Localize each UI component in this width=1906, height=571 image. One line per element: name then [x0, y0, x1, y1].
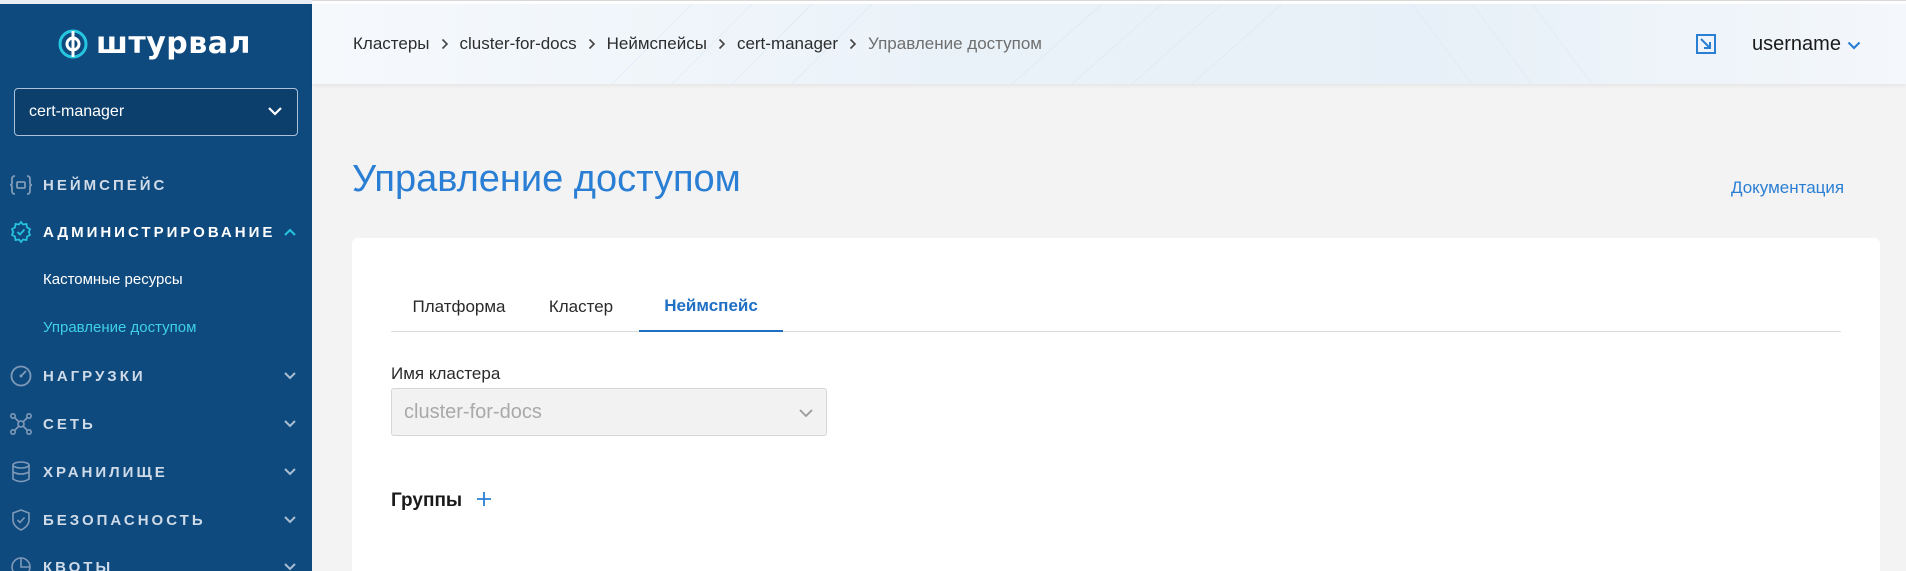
sidebar-item-label: БЕЗОПАСНОСТЬ [43, 511, 206, 529]
shield-icon [8, 507, 34, 533]
network-icon [8, 411, 34, 437]
pie-icon [8, 554, 34, 571]
sidebar-item-label: НАГРУЗКИ [43, 367, 146, 385]
page-title: Управление доступом [352, 158, 741, 200]
breadcrumb: Кластеры cluster-for-docs Неймспейсы cer… [353, 4, 1042, 84]
sidebar-item-namespace[interactable]: НЕЙМСПЕЙС [0, 165, 312, 205]
chevron-up-icon [283, 225, 297, 239]
sidebar-item-label: АДМИНИСТРИРОВАНИЕ [43, 223, 276, 241]
sidebar-item-administration[interactable]: АДМИНИСТРИРОВАНИЕ [0, 212, 312, 252]
breadcrumb-cluster[interactable]: cluster-for-docs [460, 34, 577, 54]
sidebar-item-workloads[interactable]: НАГРУЗКИ [0, 356, 312, 396]
chevron-down-icon [283, 417, 297, 431]
username: username [1752, 32, 1841, 55]
sidebar: штурвал cert-manager НЕЙМСПЕЙС АДМИНИСТР… [0, 0, 312, 571]
open-external-icon[interactable] [1694, 32, 1718, 56]
breadcrumb-namespaces[interactable]: Неймспейсы [607, 34, 707, 54]
sidebar-top-border [0, 0, 312, 4]
logo-icon [58, 29, 88, 59]
sidebar-subitem-custom-resources[interactable]: Кастомные ресурсы [43, 271, 183, 288]
sidebar-subitem-access-control[interactable]: Управление доступом [43, 319, 196, 336]
groups-title: Группы [391, 490, 463, 511]
cluster-name-value: cluster-for-docs [404, 400, 542, 423]
breadcrumb-clusters[interactable]: Кластеры [353, 34, 430, 54]
chevron-right-icon [588, 38, 596, 50]
chevron-right-icon [441, 38, 449, 50]
database-icon [8, 459, 34, 485]
chevron-right-icon [718, 38, 726, 50]
sidebar-item-label: КВОТЫ [43, 558, 114, 571]
add-group-icon[interactable] [476, 491, 492, 512]
breadcrumb-namespace[interactable]: cert-manager [737, 34, 838, 54]
chevron-down-icon [283, 513, 297, 527]
content-card: Платформа Кластер Неймспейс Имя кластера… [352, 238, 1880, 571]
documentation-link[interactable]: Документация [1731, 178, 1844, 198]
breadcrumb-current: Управление доступом [868, 34, 1042, 53]
cluster-name-label: Имя кластера [391, 364, 501, 383]
chevron-right-icon [849, 38, 857, 50]
chevron-down-icon [798, 401, 814, 424]
tab-cluster[interactable]: Кластер [527, 282, 635, 332]
gauge-icon [8, 363, 34, 389]
gear-check-icon [8, 219, 34, 245]
tab-namespace[interactable]: Неймспейс [639, 282, 783, 332]
chevron-down-icon [283, 369, 297, 383]
chevron-down-icon [283, 465, 297, 479]
braces-icon [8, 172, 34, 198]
tab-platform[interactable]: Платформа [391, 282, 527, 332]
sidebar-item-security[interactable]: БЕЗОПАСНОСТЬ [0, 500, 312, 540]
groups-section: Группы [391, 490, 492, 512]
sidebar-item-storage[interactable]: ХРАНИЛИЩЕ [0, 452, 312, 492]
namespace-select[interactable]: cert-manager [14, 88, 298, 136]
chevron-down-icon [1847, 33, 1861, 56]
tabs: Платформа Кластер Неймспейс [391, 282, 1841, 332]
chevron-down-icon [267, 103, 283, 121]
sidebar-item-label: ХРАНИЛИЩЕ [43, 463, 168, 481]
header: Кластеры cluster-for-docs Неймспейсы cer… [312, 4, 1906, 84]
sidebar-item-network[interactable]: СЕТЬ [0, 404, 312, 444]
namespace-select-value: cert-manager [29, 103, 125, 120]
logo-text: штурвал [96, 26, 251, 61]
sidebar-item-quotas[interactable]: КВОТЫ [0, 547, 312, 571]
chevron-down-icon [283, 560, 297, 571]
sidebar-item-label: НЕЙМСПЕЙС [43, 176, 168, 194]
user-menu[interactable]: username [1752, 4, 1861, 84]
cluster-name-select[interactable]: cluster-for-docs [391, 388, 827, 436]
logo[interactable]: штурвал [58, 26, 251, 61]
sidebar-item-label: СЕТЬ [43, 415, 96, 433]
